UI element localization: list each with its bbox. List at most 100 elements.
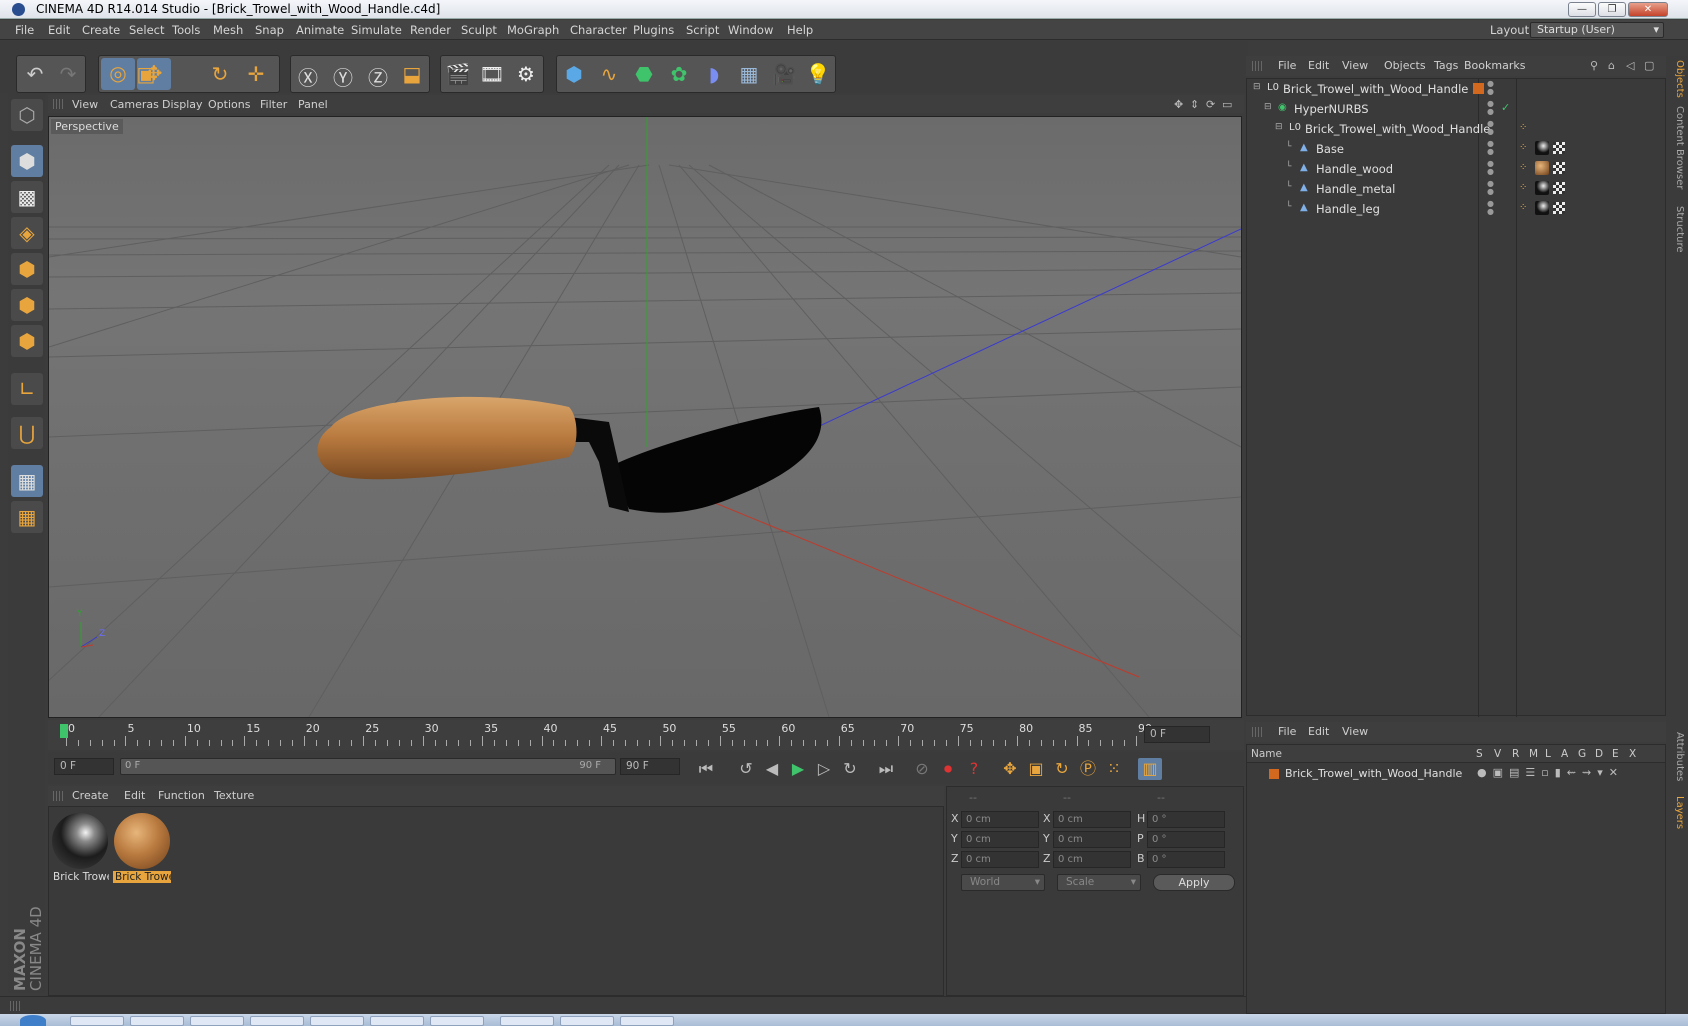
back-icon[interactable]: ◁ — [1626, 59, 1634, 72]
layer-col-a[interactable]: A — [1561, 748, 1568, 760]
object-mode-button[interactable]: ⬢ — [11, 145, 43, 177]
rot-b-field[interactable]: 0 ° — [1147, 851, 1225, 868]
object-row[interactable]: └ ▲ Base ● ● ⁘ — [1247, 139, 1665, 159]
viewport-menu-filter[interactable]: Filter — [260, 98, 287, 111]
tab-objects[interactable]: Objects — [1669, 60, 1685, 98]
visibility-toggle[interactable]: ● ● — [1487, 140, 1494, 156]
close-button[interactable]: ✕ — [1628, 2, 1668, 17]
model-mode-button[interactable]: ⬡ — [11, 99, 43, 131]
go-to-end-icon[interactable]: ⏭ — [874, 758, 898, 780]
tab-attributes[interactable]: Attributes — [1669, 732, 1685, 781]
taskbar-item[interactable] — [370, 1016, 424, 1026]
apply-button[interactable]: Apply — [1153, 874, 1235, 891]
om-menu-bookmarks[interactable]: Bookmarks — [1464, 59, 1525, 72]
material-wood[interactable]: Brick Trowel — [113, 813, 171, 885]
taskbar-item[interactable] — [620, 1016, 674, 1026]
layer-col-x[interactable]: X — [1629, 748, 1636, 760]
minimize-button[interactable]: — — [1568, 2, 1596, 17]
snap-button[interactable]: ⋃ — [11, 417, 43, 449]
grid-rotate-button[interactable]: ▦ — [11, 501, 43, 533]
layer-color-swatch[interactable] — [1473, 83, 1484, 94]
object-name[interactable]: HyperNURBS — [1294, 102, 1369, 116]
texture-mode-button[interactable]: ▩ — [11, 181, 43, 213]
pos-x-field[interactable]: 0 cm — [961, 811, 1039, 828]
material-menu-create[interactable]: Create — [72, 789, 109, 802]
workplane-button[interactable]: ◈ — [11, 217, 43, 249]
lm-menu-file[interactable]: File — [1278, 725, 1296, 738]
redo-icon[interactable]: ↷ — [34, 62, 102, 86]
pos-z-field[interactable]: 0 cm — [961, 851, 1039, 868]
key-pla-icon[interactable]: ⁙ — [1102, 758, 1126, 780]
object-name[interactable]: Brick_Trowel_with_Wood_Handle — [1305, 122, 1490, 136]
material-tag-icon[interactable] — [1535, 141, 1549, 155]
polygons-mode-button[interactable]: ⬢ — [11, 325, 43, 357]
taskbar-item[interactable] — [70, 1016, 124, 1026]
menu-animate[interactable]: Animate — [296, 23, 344, 37]
object-name[interactable]: Handle_metal — [1316, 182, 1395, 196]
layer-col-s[interactable]: S — [1476, 748, 1483, 760]
search-icon[interactable]: ⚲ — [1590, 59, 1598, 72]
layer-col-g[interactable]: G — [1578, 748, 1586, 760]
taskbar-item[interactable] — [560, 1016, 614, 1026]
layer-col-v[interactable]: V — [1494, 748, 1501, 760]
menu-render[interactable]: Render — [410, 23, 451, 37]
object-row[interactable]: └ ▲ Handle_metal ● ● ⁘ — [1247, 179, 1665, 199]
keyframe-selection-icon[interactable]: ? — [962, 758, 986, 780]
layer-name[interactable]: Brick_Trowel_with_Wood_Handle — [1285, 767, 1462, 780]
object-row[interactable]: └ ▲ Handle_leg ● ● ⁘ — [1247, 199, 1665, 219]
size-y-field[interactable]: 0 cm — [1053, 831, 1131, 848]
viewport-zoom-icon[interactable]: ⇕ — [1190, 98, 1199, 111]
object-name[interactable]: Handle_wood — [1316, 162, 1393, 176]
key-rotation-icon[interactable]: ↻ — [1050, 758, 1074, 780]
enabled-check-icon[interactable]: ✓ — [1501, 101, 1510, 114]
phong-tag-icon[interactable]: ⁘ — [1519, 122, 1527, 133]
visibility-toggle[interactable]: ● ● — [1487, 180, 1494, 196]
visibility-toggle[interactable]: ● ● — [1487, 100, 1494, 116]
layer-color-swatch[interactable] — [1269, 769, 1279, 779]
menu-mesh[interactable]: Mesh — [213, 23, 243, 37]
key-parameter-icon[interactable]: Ⓟ — [1076, 758, 1100, 780]
rot-h-field[interactable]: 0 ° — [1147, 811, 1225, 828]
menu-tools[interactable]: Tools — [172, 23, 200, 37]
uvw-tag-icon[interactable] — [1553, 142, 1565, 154]
menu-create[interactable]: Create — [82, 23, 120, 37]
menu-sculpt[interactable]: Sculpt — [461, 23, 497, 37]
phong-tag-icon[interactable]: ⁘ — [1519, 182, 1527, 193]
menu-snap[interactable]: Snap — [255, 23, 284, 37]
visibility-toggle[interactable]: ● ● — [1487, 200, 1494, 216]
uvw-tag-icon[interactable] — [1553, 202, 1565, 214]
playhead-marker[interactable] — [60, 724, 68, 738]
start-frame-field[interactable]: 0 F — [54, 758, 114, 775]
uvw-tag-icon[interactable] — [1553, 162, 1565, 174]
material-tag-icon[interactable] — [1535, 201, 1549, 215]
perspective-viewport[interactable]: Perspective Y Z — [48, 116, 1242, 718]
layer-col-e[interactable]: E — [1612, 748, 1619, 760]
taskbar-item[interactable] — [310, 1016, 364, 1026]
edges-mode-button[interactable]: ⬢ — [11, 289, 43, 321]
tab-content-browser[interactable]: Content Browser — [1669, 106, 1685, 189]
viewport-camera-label[interactable]: Perspective — [51, 119, 123, 134]
taskbar-item[interactable] — [190, 1016, 244, 1026]
layer-row[interactable]: Brick_Trowel_with_Wood_Handle ●▣▤☰▫▮⇜⇝▾✕ — [1247, 765, 1665, 783]
om-menu-tags[interactable]: Tags — [1434, 59, 1458, 72]
go-to-start-icon[interactable]: ⏮ — [694, 758, 718, 780]
taskbar-item[interactable] — [250, 1016, 304, 1026]
menu-file[interactable]: File — [15, 23, 34, 37]
previous-frame-icon[interactable]: ◀ — [760, 758, 784, 780]
viewport-layout-icon[interactable]: ▭ — [1222, 98, 1232, 111]
viewport-move-icon[interactable]: ✥ — [1174, 98, 1183, 111]
key-scale-icon[interactable]: ▣ — [1024, 758, 1048, 780]
axis-mode-button[interactable]: ∟ — [11, 373, 43, 405]
menu-mograph[interactable]: MoGraph — [507, 23, 559, 37]
workplane-lock-button[interactable]: ▦ — [11, 465, 43, 497]
timeline-ruler[interactable]: 051015202530354045505560657075808590 0 F — [48, 720, 1244, 750]
previous-key-icon[interactable]: ↺ — [734, 758, 758, 780]
pos-y-field[interactable]: 0 cm — [961, 831, 1039, 848]
layer-col-l[interactable]: L — [1545, 748, 1551, 760]
home-icon[interactable]: ⌂ — [1608, 59, 1615, 72]
object-name[interactable]: Handle_leg — [1316, 202, 1380, 216]
new-window-icon[interactable]: ▢ — [1644, 59, 1654, 72]
phong-tag-icon[interactable]: ⁘ — [1519, 202, 1527, 213]
om-menu-edit[interactable]: Edit — [1308, 59, 1329, 72]
timeline-window-icon[interactable]: ▥ — [1138, 758, 1162, 780]
